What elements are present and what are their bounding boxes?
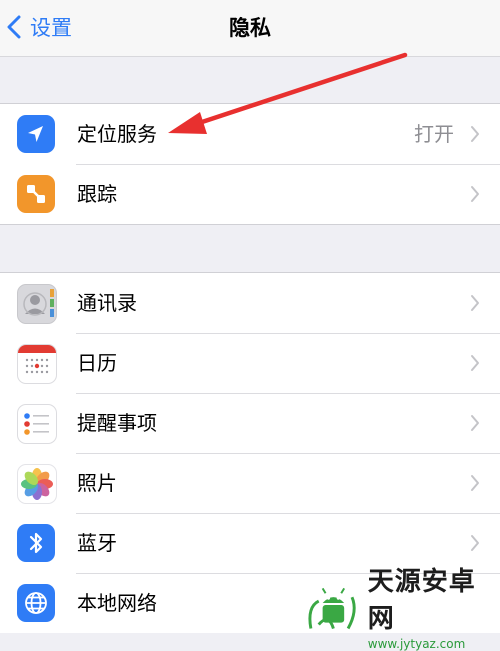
row-tracking[interactable]: 跟踪 — [0, 164, 500, 224]
chevron-right-icon — [471, 295, 479, 311]
photos-icon — [17, 464, 57, 504]
row-label: 照片 — [77, 471, 117, 495]
row-label: 蓝牙 — [77, 531, 117, 555]
navigation-bar: 设置 隐私 — [0, 0, 500, 57]
tracking-icon — [17, 175, 55, 213]
chevron-right-icon — [471, 535, 479, 551]
chevron-right-icon — [471, 415, 479, 431]
row-contacts[interactable]: 通讯录 — [0, 273, 500, 333]
row-label: 通讯录 — [77, 291, 137, 315]
watermark: 天源安卓网 www.jytyaz.com — [305, 567, 500, 651]
calendar-icon — [17, 344, 57, 384]
row-reminders[interactable]: 提醒事项 — [0, 393, 500, 453]
row-label: 日历 — [77, 351, 117, 375]
watermark-url: www.jytyaz.com — [367, 637, 466, 651]
row-label: 提醒事项 — [77, 411, 157, 435]
chevron-right-icon — [471, 475, 479, 491]
contacts-icon — [17, 284, 57, 324]
settings-group-1: 定位服务 打开 跟踪 — [0, 103, 500, 225]
page-title: 隐私 — [229, 16, 271, 40]
globe-icon — [17, 584, 55, 622]
chevron-right-icon — [471, 355, 479, 371]
watermark-title: 天源安卓网 — [367, 567, 476, 634]
row-label: 本地网络 — [77, 591, 157, 615]
bluetooth-icon — [17, 524, 55, 562]
row-location-services[interactable]: 定位服务 打开 — [0, 104, 500, 164]
chevron-right-icon — [471, 186, 479, 202]
chevron-right-icon — [471, 126, 479, 142]
row-calendar[interactable]: 日历 — [0, 333, 500, 393]
row-label: 跟踪 — [77, 182, 117, 206]
android-logo-icon — [308, 587, 356, 630]
row-photos[interactable]: 照片 — [0, 453, 500, 513]
location-arrow-icon — [17, 115, 55, 153]
row-value: 打开 — [414, 122, 454, 146]
row-label: 定位服务 — [77, 122, 157, 146]
reminders-icon — [17, 404, 57, 444]
